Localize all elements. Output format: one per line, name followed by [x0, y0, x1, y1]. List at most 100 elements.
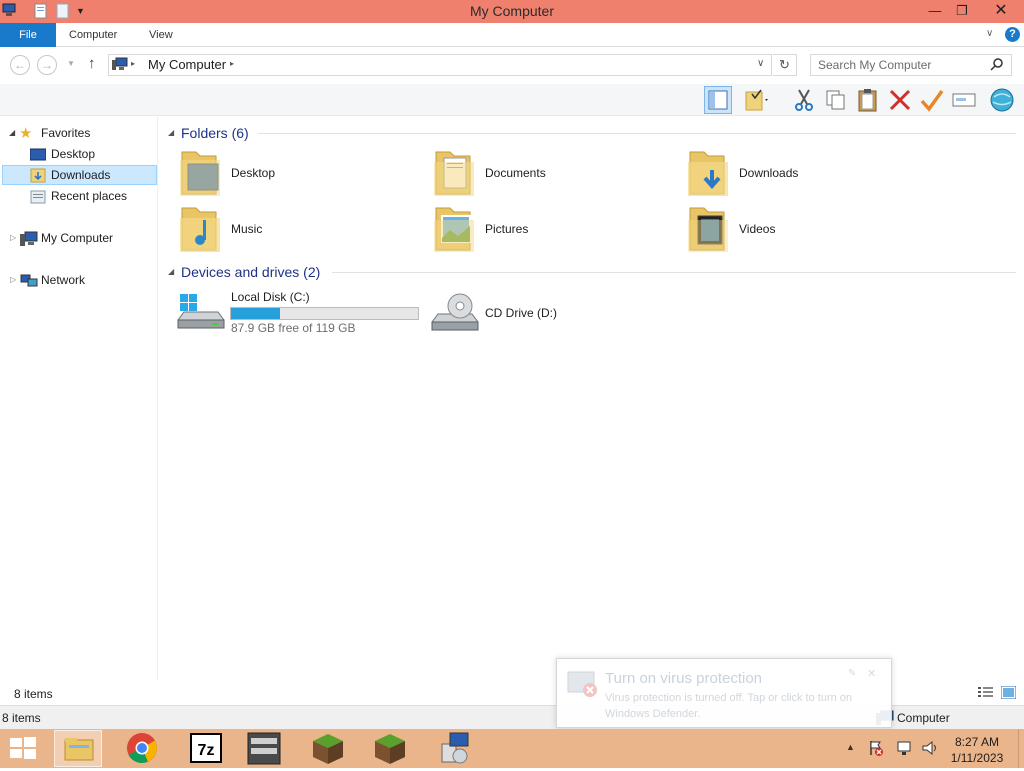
expand-arrow-icon[interactable]: ▷: [10, 275, 16, 284]
file-explorer-icon: [64, 738, 94, 761]
folder-label: Downloads: [739, 166, 799, 180]
clock-time: 8:27 AM: [954, 735, 1000, 749]
tab-file[interactable]: File: [0, 23, 56, 47]
expand-ribbon-icon[interactable]: ∨: [986, 28, 993, 39]
select-folder-button[interactable]: [742, 86, 770, 114]
forward-button[interactable]: →: [37, 55, 57, 75]
taskbar-minecraft-2[interactable]: [366, 730, 414, 767]
up-arrow-icon[interactable]: ↑: [88, 55, 96, 72]
close-button[interactable]: ✕: [986, 0, 1016, 22]
grass-block-icon: [313, 734, 343, 764]
volume-icon[interactable]: [922, 740, 938, 759]
breadcrumb-location[interactable]: My Computer: [148, 57, 226, 72]
nav-item-downloads[interactable]: Downloads: [51, 168, 110, 182]
refresh-button[interactable]: ↻: [773, 54, 797, 76]
taskbar-installer[interactable]: [432, 730, 480, 767]
preview-pane-button[interactable]: [704, 86, 732, 114]
folders-group-header[interactable]: Folders (6): [181, 125, 249, 141]
minimize-button[interactable]: —: [920, 0, 950, 22]
music-folder-icon: [180, 207, 220, 252]
tab-computer[interactable]: Computer: [69, 23, 117, 47]
address-dropdown-icon[interactable]: ∨: [757, 58, 764, 69]
collapse-arrow-icon[interactable]: ◢: [9, 128, 15, 137]
close-notification-icon[interactable]: ✕: [867, 667, 876, 680]
maximize-button[interactable]: ❐: [947, 0, 977, 22]
checkmark-icon[interactable]: [918, 86, 946, 114]
notification-title: Turn on virus protection: [605, 670, 763, 687]
taskbar-file-explorer[interactable]: [54, 730, 102, 767]
folder-downloads[interactable]: Downloads: [686, 148, 926, 200]
pin-icon[interactable]: ✎: [848, 668, 856, 679]
window-title: My Computer: [469, 3, 555, 19]
rename-icon[interactable]: [950, 86, 978, 114]
group-divider: [258, 133, 1016, 134]
installer-icon: [441, 732, 469, 764]
nav-network[interactable]: Network: [41, 273, 85, 287]
back-button[interactable]: ←: [10, 55, 30, 75]
show-desktop-button[interactable]: [1018, 729, 1024, 768]
action-center-icon[interactable]: [868, 740, 884, 759]
folder-label: Documents: [485, 166, 546, 180]
nav-item-desktop[interactable]: Desktop: [51, 147, 95, 161]
group-divider: [332, 272, 1016, 273]
drive-local-disk[interactable]: Local Disk (C:) 87.9 GB free of 119 GB: [176, 288, 424, 338]
downloads-folder-icon: [30, 168, 46, 186]
taskbar-chrome[interactable]: [118, 730, 166, 767]
system-clock[interactable]: 8:27 AM 1/11/2023: [940, 734, 1014, 766]
svg-text:7z: 7z: [198, 742, 215, 759]
collapse-group-icon[interactable]: ◢: [168, 128, 174, 137]
large-icons-view-icon[interactable]: [1000, 685, 1017, 702]
7zip-icon: 7z: [190, 733, 222, 763]
taskbar-beta-craft[interactable]: [240, 730, 288, 767]
copy-icon[interactable]: [822, 86, 850, 114]
recent-locations-icon[interactable]: ▼: [67, 59, 75, 68]
folder-music[interactable]: Music: [178, 204, 418, 256]
grass-block-icon: [375, 734, 405, 764]
tab-view[interactable]: View: [149, 23, 173, 47]
videos-folder-icon: [688, 207, 728, 252]
nav-item-recent-places[interactable]: Recent places: [51, 189, 127, 203]
search-icon[interactable]: [990, 57, 1004, 74]
paste-icon[interactable]: [854, 86, 882, 114]
downloads-folder-icon: [688, 151, 728, 196]
expand-arrow-icon[interactable]: ▷: [10, 233, 16, 242]
folder-label: Pictures: [485, 222, 529, 236]
breadcrumb-chevron-icon[interactable]: ▸: [131, 59, 135, 68]
breadcrumb-chevron-icon[interactable]: ▸: [230, 59, 234, 68]
collapse-group-icon[interactable]: ◢: [168, 267, 174, 276]
folder-documents[interactable]: Documents: [432, 148, 672, 200]
cut-icon[interactable]: [790, 86, 818, 114]
status-location: Computer: [897, 711, 950, 725]
globe-icon[interactable]: [988, 86, 1016, 114]
network-status-icon[interactable]: [897, 740, 913, 759]
nav-my-computer[interactable]: My Computer: [41, 231, 113, 245]
computer-icon: [112, 57, 128, 74]
nav-favorites[interactable]: Favorites: [41, 126, 90, 140]
taskbar-7zip[interactable]: 7z: [182, 730, 230, 767]
drive-usage-bar: [230, 307, 419, 320]
show-hidden-icons-icon[interactable]: ▲: [846, 742, 855, 752]
help-icon[interactable]: ?: [1005, 27, 1020, 42]
details-view-icon[interactable]: [978, 686, 993, 702]
network-icon: [20, 273, 38, 292]
folder-videos[interactable]: Videos: [686, 204, 926, 256]
status-item-count-secondary: 8 items: [2, 711, 41, 725]
drive-free-space: 87.9 GB free of 119 GB: [231, 321, 356, 335]
drive-cd[interactable]: CD Drive (D:): [430, 288, 678, 338]
folder-pictures[interactable]: Pictures: [432, 204, 672, 256]
delete-icon[interactable]: [886, 86, 914, 114]
folder-label: Desktop: [231, 166, 276, 180]
documents-folder-icon: [434, 151, 474, 196]
drives-group-header[interactable]: Devices and drives (2): [181, 264, 320, 280]
defender-icon: [566, 668, 600, 703]
status-item-count: 8 items: [14, 687, 53, 701]
local-disk-icon: [177, 294, 225, 329]
start-button[interactable]: [8, 735, 38, 764]
drive-label: CD Drive (D:): [485, 306, 557, 320]
taskbar-minecraft[interactable]: [304, 730, 352, 767]
chrome-icon: [127, 733, 157, 763]
folder-desktop[interactable]: Desktop: [178, 148, 418, 200]
clock-date: 1/11/2023: [950, 751, 1004, 765]
star-icon: ★: [19, 125, 33, 142]
folder-label: Music: [231, 222, 263, 236]
